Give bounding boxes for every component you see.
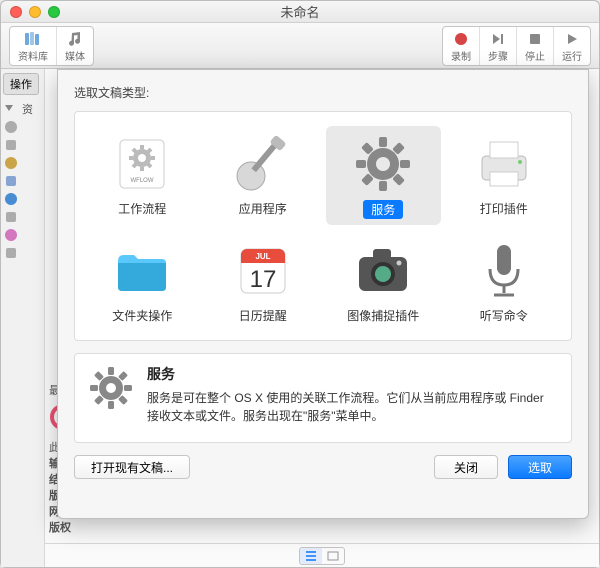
window-title: 未命名 — [1, 2, 599, 21]
stop-button[interactable]: 停止 — [516, 27, 553, 65]
info-box: 服务 服务是可在整个 OS X 使用的关联工作流程。它们从当前应用程序或 Fin… — [74, 353, 572, 443]
step-button[interactable]: 步骤 — [479, 27, 516, 65]
type-workflow[interactable]: WFLOW 工作流程 — [85, 126, 200, 225]
service-gear-icon — [351, 132, 415, 196]
info-text: 服务 服务是可在整个 OS X 使用的关联工作流程。它们从当前应用程序或 Fin… — [147, 364, 559, 425]
right-tool-group: 录制 步骤 停止 运行 — [442, 26, 591, 66]
printer-icon — [472, 132, 536, 196]
record-button[interactable]: 录制 — [443, 27, 479, 65]
info-heading: 服务 — [147, 364, 559, 385]
type-folder-action[interactable]: 文件夹操作 — [85, 233, 200, 330]
svg-text:WFLOW: WFLOW — [131, 178, 154, 184]
play-icon — [563, 31, 581, 47]
automator-window: 未命名 资料库 媒体 录制 步骤 停止 — [0, 0, 600, 568]
svg-text:17: 17 — [249, 266, 276, 293]
open-existing-button[interactable]: 打开现有文稿... — [74, 455, 190, 479]
application-icon — [231, 132, 295, 196]
microphone-icon — [472, 239, 536, 303]
info-body: 服务是可在整个 OS X 使用的关联工作流程。它们从当前应用程序或 Finder… — [147, 389, 559, 425]
stop-icon — [526, 31, 544, 47]
svg-text:JUL: JUL — [255, 252, 270, 261]
info-gear-icon — [87, 364, 135, 412]
folder-icon — [110, 239, 174, 303]
workflow-icon: WFLOW — [110, 132, 174, 196]
library-button[interactable]: 资料库 — [10, 27, 56, 65]
type-grid: WFLOW 工作流程 应用程序 服务 打印插件 — [74, 111, 572, 341]
document-type-sheet: 选取文稿类型: WFLOW 工作流程 应用程序 服务 — [57, 69, 589, 519]
sheet-buttons: 打开现有文稿... 关闭 选取 — [74, 455, 572, 479]
close-button[interactable]: 关闭 — [434, 455, 498, 479]
sheet-title: 选取文稿类型: — [74, 84, 572, 101]
titlebar: 未命名 — [1, 1, 599, 23]
step-icon — [489, 31, 507, 47]
left-tool-group: 资料库 媒体 — [9, 26, 94, 66]
run-button[interactable]: 运行 — [553, 27, 590, 65]
type-print-plugin[interactable]: 打印插件 — [447, 126, 562, 225]
media-button[interactable]: 媒体 — [56, 27, 93, 65]
toolbar: 资料库 媒体 录制 步骤 停止 运行 — [1, 23, 599, 69]
type-application[interactable]: 应用程序 — [206, 126, 321, 225]
record-icon — [452, 31, 470, 47]
type-calendar-alarm[interactable]: JUL17 日历提醒 — [206, 233, 321, 330]
type-service[interactable]: 服务 — [326, 126, 441, 225]
camera-icon — [351, 239, 415, 303]
type-dictation[interactable]: 听写命令 — [447, 233, 562, 330]
type-image-capture[interactable]: 图像捕捉插件 — [326, 233, 441, 330]
calendar-icon: JUL 17 — [231, 239, 295, 303]
choose-button[interactable]: 选取 — [508, 455, 572, 479]
music-note-icon — [66, 31, 84, 47]
books-icon — [24, 31, 42, 47]
